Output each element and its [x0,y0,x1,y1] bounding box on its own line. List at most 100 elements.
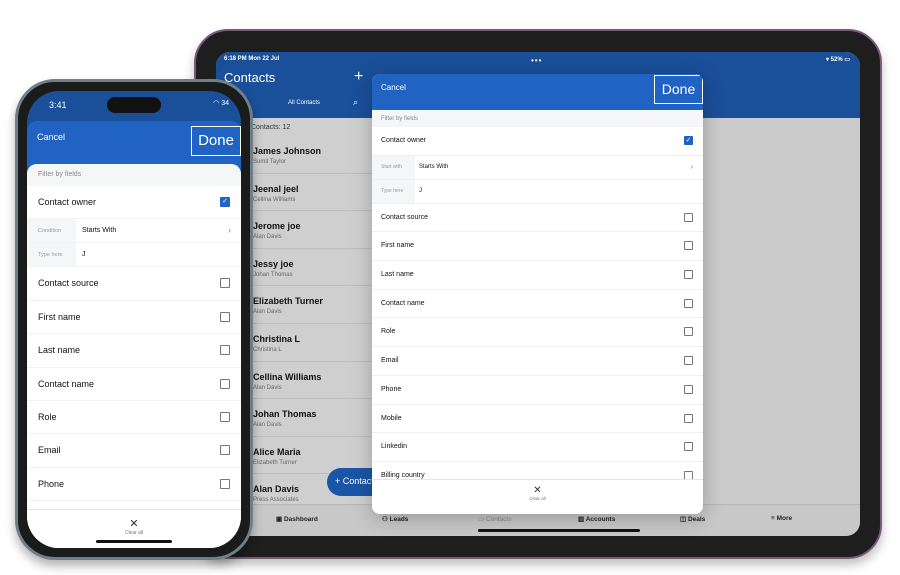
value-input[interactable]: Type here J [372,179,703,204]
filter-field[interactable]: Linkedin [372,433,703,462]
filter-field[interactable]: Phone [27,468,241,502]
field-label: Linkedin [381,443,408,451]
phone-device: 3:41 ◠ 34 Cancel Done Filter by fields C… [15,79,253,560]
status-time: 3:41 [49,100,67,110]
field-label: Contact source [381,213,429,221]
filter-field[interactable]: First name [372,232,703,262]
field-label: Contact name [381,299,425,307]
clear-all-label: Clear all [124,530,144,536]
checkbox-icon[interactable] [220,445,230,456]
multitask-dots-icon[interactable]: ••• [531,56,542,65]
field-label: Phone [381,385,402,393]
filter-modal: Cancel Done Filter by fields Contact own… [372,74,703,514]
condition-selector[interactable]: Start with Starts With › [372,155,703,180]
sheet-body: Filter by fields Contact owner ✓ Conditi… [27,164,241,548]
checkbox-icon[interactable] [684,442,693,452]
add-contact-icon[interactable]: + [354,68,363,86]
contact-name: Jeenal jeel [253,183,299,194]
cancel-button[interactable]: Cancel [37,132,65,142]
tab-deals[interactable]: ◫ Deals [680,515,705,523]
checkbox-icon[interactable] [220,411,230,422]
search-icon[interactable]: ⌕ [353,97,358,108]
filter-field[interactable]: Last name [372,261,703,290]
contact-owner: Elizabeth Turner [253,459,297,466]
clear-all-button[interactable]: ✕ Clear all [372,479,703,514]
checkbox-icon[interactable] [684,356,693,366]
filter-field[interactable]: Role [372,318,703,348]
contact-name: Jessy joe [253,258,294,269]
field-label: Role [381,328,396,336]
filter-field[interactable]: Contact source [372,203,703,233]
phone-screen: 3:41 ◠ 34 Cancel Done Filter by fields C… [27,91,241,548]
filter-field[interactable]: First name [27,301,241,335]
close-icon: ✕ [129,518,139,530]
field-label: Contact name [38,378,95,389]
contact-name: James Johnson [253,146,322,156]
wifi-battery-status: ◠ 34 [213,100,229,107]
tab-dashboard[interactable]: ▣ Dashboard [276,515,318,523]
condition-label: Start with [372,155,415,179]
contact-name: Johan Thomas [253,409,317,420]
cancel-button[interactable]: Cancel [381,83,406,92]
field-label: Last name [38,345,81,356]
checkbox-icon[interactable] [684,212,693,222]
done-button[interactable]: Done [654,75,703,104]
home-indicator [96,540,172,543]
field-contact-owner[interactable]: Contact owner ✓ [27,186,241,220]
contact-owner: Sumit Taylor [253,159,286,165]
filter-field[interactable]: Phone [372,375,703,405]
chevron-right-icon: › [228,225,231,236]
field-contact-owner[interactable]: Contact owner ✓ [372,127,703,156]
checkbox-icon[interactable] [220,278,230,289]
condition-value: Starts With [419,163,449,170]
filter-heading: Filter by fields [27,164,241,186]
value-input[interactable]: Type here J [27,243,241,268]
contact-owner: Press Associates [253,497,299,504]
checkbox-icon[interactable] [684,270,693,280]
clear-all-label: Clear all [529,496,546,501]
contact-name: Cellina Williams [253,371,322,382]
filter-sheet: Cancel Done Filter by fields Contact own… [27,121,241,548]
contact-owner: Alan Davis [253,309,282,316]
close-icon: ✕ [533,485,542,496]
filter-field[interactable]: Contact name [27,368,241,401]
status-time: 6:18 PM Mon 22 Jul [224,56,280,62]
checkbox-checked-icon[interactable]: ✓ [684,136,693,145]
condition-selector[interactable]: Condition Starts With › [27,219,241,244]
filter-field[interactable]: Email [27,434,241,468]
input-value[interactable]: J [82,251,86,258]
tab-contacts[interactable]: ▭ Contacts [478,515,512,523]
checkbox-icon[interactable] [684,413,693,423]
checkbox-icon[interactable] [684,298,693,308]
tab-more[interactable]: ≡ More [771,515,792,522]
checkbox-icon[interactable] [684,327,693,337]
view-selector[interactable]: All Contacts [288,100,320,106]
input-value[interactable]: J [419,188,422,194]
filter-field[interactable]: Mobile [372,404,703,434]
contact-count: Contacts: 12 [251,124,291,131]
filter-field[interactable]: Contact name [372,289,703,319]
checkbox-icon[interactable] [220,478,230,489]
checkbox-icon[interactable] [220,378,230,389]
filter-field[interactable]: Contact source [27,267,241,301]
filter-field[interactable]: Role [27,401,241,435]
condition-value: Starts With [82,227,117,235]
field-label: Role [38,411,57,422]
checkbox-checked-icon[interactable]: ✓ [220,197,230,207]
checkbox-icon[interactable] [684,241,693,251]
done-button[interactable]: Done [191,126,241,156]
contact-owner: Johan Thomas [253,271,293,278]
contact-owner: Cellina Williams [253,196,296,203]
contact-name: Alan Davis [253,484,300,495]
contact-owner: Alan Davis [253,422,282,429]
field-label: First name [38,311,81,322]
filter-field[interactable]: Email [372,347,703,376]
contact-name: Jerome joe [253,221,301,232]
filter-field[interactable]: Last name [27,334,241,368]
checkbox-icon[interactable] [684,384,693,394]
tab-leads[interactable]: ⚇ Leads [382,515,408,523]
checkbox-icon[interactable] [220,345,230,356]
tab-accounts[interactable]: ▥ Accounts [578,515,615,523]
checkbox-icon[interactable] [220,311,230,322]
contact-owner: Alan Davis [253,384,282,391]
